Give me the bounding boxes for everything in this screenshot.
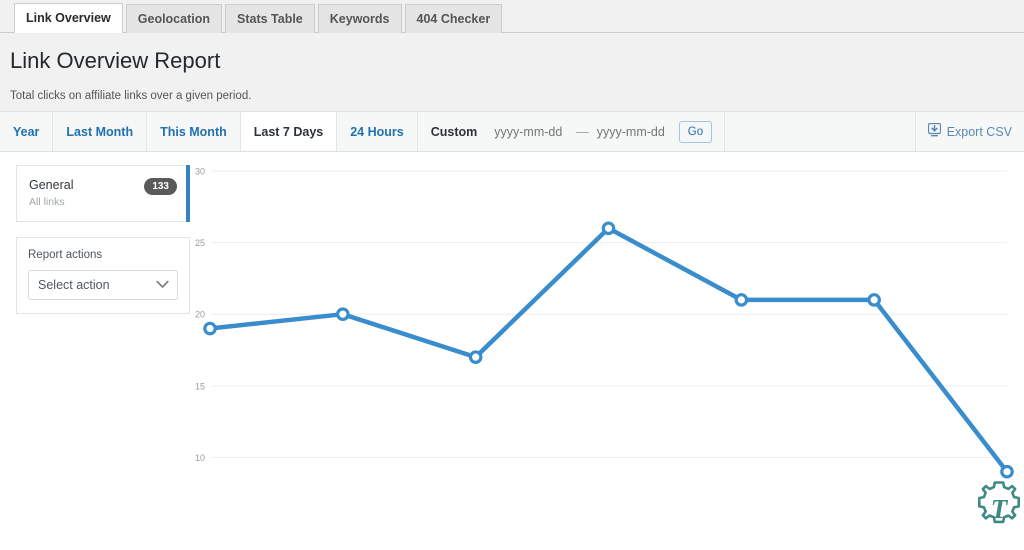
general-count-badge: 133 — [144, 178, 177, 195]
ytick-label: 20 — [195, 310, 205, 320]
general-sublabel: All links — [29, 196, 65, 208]
general-label: General — [29, 178, 74, 192]
date-range-toolbar: Year Last Month This Month Last 7 Days 2… — [0, 111, 1024, 152]
date-to-input[interactable] — [596, 124, 671, 139]
tab-404-checker[interactable]: 404 Checker — [404, 4, 503, 33]
tab-keywords[interactable]: Keywords — [317, 4, 402, 33]
sidebar-item-general[interactable]: General All links 133 — [16, 165, 190, 222]
chart-data-point[interactable] — [468, 350, 483, 364]
chart-data-point[interactable] — [734, 293, 749, 307]
page-subtitle: Total clicks on affiliate links over a g… — [10, 90, 252, 102]
range-24-hours[interactable]: 24 Hours — [337, 112, 418, 151]
chart-data-point[interactable] — [203, 321, 217, 336]
ytick-label: 25 — [195, 238, 205, 248]
tab-link-overview[interactable]: Link Overview — [14, 3, 123, 33]
export-csv-label: Export CSV — [946, 124, 1012, 139]
toolbar-spacer — [725, 112, 916, 151]
tab-stats-table[interactable]: Stats Table — [225, 4, 315, 33]
chart-data-point[interactable] — [336, 307, 350, 321]
chart-ytick-labels: 30252015105 — [195, 167, 205, 463]
chart-data-points — [203, 221, 1014, 479]
ytick-label: 10 — [195, 453, 205, 463]
custom-date-range: — Go — [490, 112, 726, 151]
sidebar-panels: General All links 133 Report actions Sel… — [16, 165, 190, 314]
report-body: 30252015105 T General All links 133 Repo… — [0, 152, 1024, 524]
report-action-select[interactable]: Select action — [28, 270, 178, 300]
chart-data-point[interactable] — [867, 293, 881, 307]
chart-data-point[interactable] — [1000, 464, 1014, 479]
report-actions-panel: Report actions Select action — [16, 237, 190, 314]
tab-geolocation[interactable]: Geolocation — [125, 4, 222, 33]
date-from-input[interactable] — [494, 124, 569, 139]
range-last-7-days[interactable]: Last 7 Days — [240, 112, 338, 151]
chart-line-clicks — [207, 226, 1010, 474]
date-range-separator: — — [576, 124, 589, 139]
report-action-select-wrapper: Select action — [28, 270, 178, 300]
tab-bar: Link Overview Geolocation Stats Table Ke… — [0, 0, 1024, 33]
report-actions-label: Report actions — [28, 249, 103, 261]
go-button[interactable]: Go — [678, 120, 713, 143]
chart-data-point[interactable] — [601, 221, 616, 236]
export-csv-button[interactable]: Export CSV — [916, 112, 1024, 151]
page-header: Link Overview Report Total clicks on aff… — [0, 33, 1024, 111]
range-year[interactable]: Year — [0, 112, 54, 151]
page-title: Link Overview Report — [10, 48, 221, 73]
download-icon — [927, 122, 941, 140]
ytick-label: 15 — [195, 381, 205, 391]
ytick-label: 30 — [195, 167, 205, 177]
range-this-month[interactable]: This Month — [147, 112, 241, 151]
custom-range-label: Custom — [430, 124, 478, 139]
range-last-month[interactable]: Last Month — [53, 112, 148, 151]
